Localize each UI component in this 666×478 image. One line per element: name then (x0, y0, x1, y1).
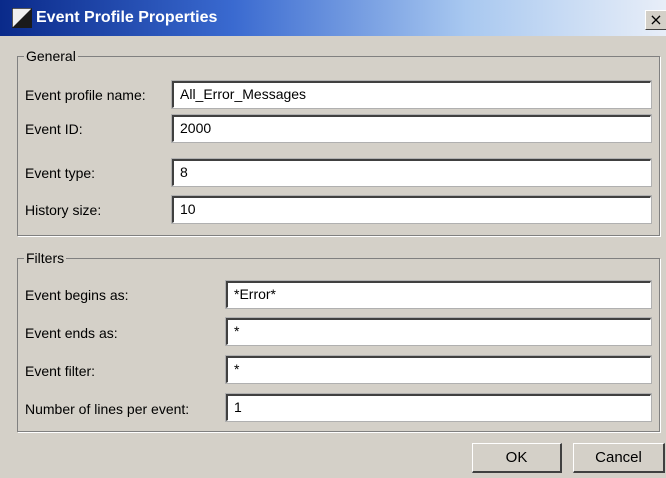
general-legend: General (26, 48, 76, 64)
event-ends-as-label: Event ends as: (25, 325, 118, 341)
history-size-input[interactable]: 10 (171, 195, 652, 224)
cancel-button[interactable]: Cancel (573, 443, 665, 473)
event-profile-name-input[interactable]: All_Error_Messages (171, 80, 652, 109)
event-type-input[interactable]: 8 (171, 158, 652, 187)
event-profile-properties-dialog: Event Profile Properties × General Event… (0, 0, 666, 478)
window-title: Event Profile Properties (36, 9, 218, 26)
event-profile-icon (12, 8, 32, 28)
event-ends-as-input[interactable]: * (225, 317, 652, 346)
close-button[interactable]: × (645, 10, 666, 30)
event-id-input[interactable]: 2000 (171, 114, 652, 143)
event-filter-input[interactable]: * (225, 355, 652, 384)
history-size-label: History size: (25, 202, 102, 218)
event-begins-as-input[interactable]: *Error* (225, 280, 652, 309)
event-id-label: Event ID: (25, 121, 83, 137)
event-begins-as-label: Event begins as: (25, 287, 129, 303)
title-bar[interactable]: Event Profile Properties × (0, 0, 666, 36)
event-filter-label: Event filter: (25, 363, 96, 379)
lines-per-event-label: Number of lines per event: (25, 401, 190, 417)
event-type-label: Event type: (25, 165, 96, 181)
event-profile-name-label: Event profile name: (25, 87, 146, 103)
lines-per-event-input[interactable]: 1 (225, 393, 652, 422)
ok-button[interactable]: OK (472, 443, 562, 473)
filters-legend: Filters (26, 250, 65, 266)
